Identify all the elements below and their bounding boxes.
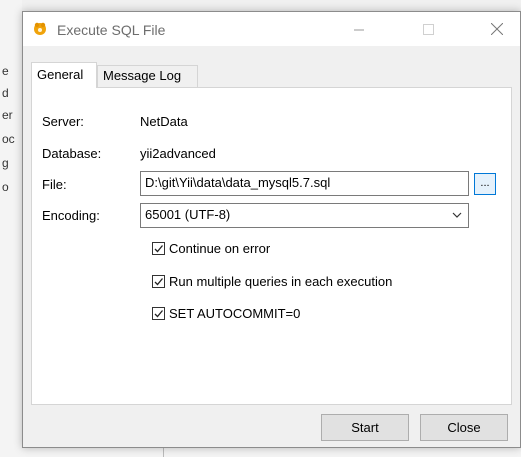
background-text-fragment: o <box>2 180 9 194</box>
run-multiple-queries-checkbox[interactable]: Run multiple queries in each execution <box>152 274 392 289</box>
maximize-icon <box>422 23 434 35</box>
continue-on-error-label: Continue on error <box>169 241 271 256</box>
browse-file-button[interactable]: ... <box>474 173 496 195</box>
encoding-select[interactable]: 65001 (UTF-8) <box>140 203 469 228</box>
background-divider <box>163 448 164 457</box>
file-label: File: <box>42 177 67 192</box>
database-label: Database: <box>42 146 102 161</box>
checkbox-checked-icon <box>152 275 165 288</box>
minimize-button[interactable] <box>336 12 382 46</box>
continue-on-error-checkbox[interactable]: Continue on error <box>152 241 270 256</box>
encoding-selected-value: 65001 (UTF-8) <box>145 207 231 222</box>
background-app-footer <box>22 448 521 457</box>
server-label: Server: <box>42 114 84 129</box>
minimize-icon <box>353 29 364 30</box>
background-app-panel: e d er oc g o <box>0 0 22 457</box>
close-window-button[interactable] <box>474 12 520 46</box>
run-multiple-queries-label: Run multiple queries in each execution <box>169 274 393 289</box>
database-value: yii2advanced <box>140 146 216 161</box>
close-icon <box>491 23 503 35</box>
app-logo-icon <box>32 22 48 36</box>
window-title: Execute SQL File <box>57 22 166 38</box>
checkbox-checked-icon <box>152 307 165 320</box>
execute-sql-dialog: Execute SQL File General Message Log Ser… <box>22 11 521 448</box>
close-button[interactable]: Close <box>420 414 508 441</box>
encoding-label: Encoding: <box>42 208 100 223</box>
general-tab-panel <box>31 87 512 405</box>
background-text-fragment: d <box>2 86 9 100</box>
server-value: NetData <box>140 114 188 129</box>
file-path-input[interactable]: D:\git\Yii\data\data_mysql5.7.sql <box>140 171 469 196</box>
background-text-fragment: er <box>2 108 13 122</box>
start-button[interactable]: Start <box>321 414 409 441</box>
background-text-fragment: e <box>2 64 9 78</box>
chevron-down-icon <box>452 212 462 218</box>
tab-message-log[interactable]: Message Log <box>97 65 198 87</box>
background-text-fragment: g <box>2 156 9 170</box>
tab-general[interactable]: General <box>31 62 97 88</box>
checkbox-checked-icon <box>152 242 165 255</box>
maximize-button[interactable] <box>405 12 451 46</box>
set-autocommit-checkbox[interactable]: SET AUTOCOMMIT=0 <box>152 306 300 321</box>
set-autocommit-label: SET AUTOCOMMIT=0 <box>169 306 301 321</box>
background-text-fragment: oc <box>2 132 15 146</box>
title-bar[interactable]: Execute SQL File <box>23 12 520 46</box>
